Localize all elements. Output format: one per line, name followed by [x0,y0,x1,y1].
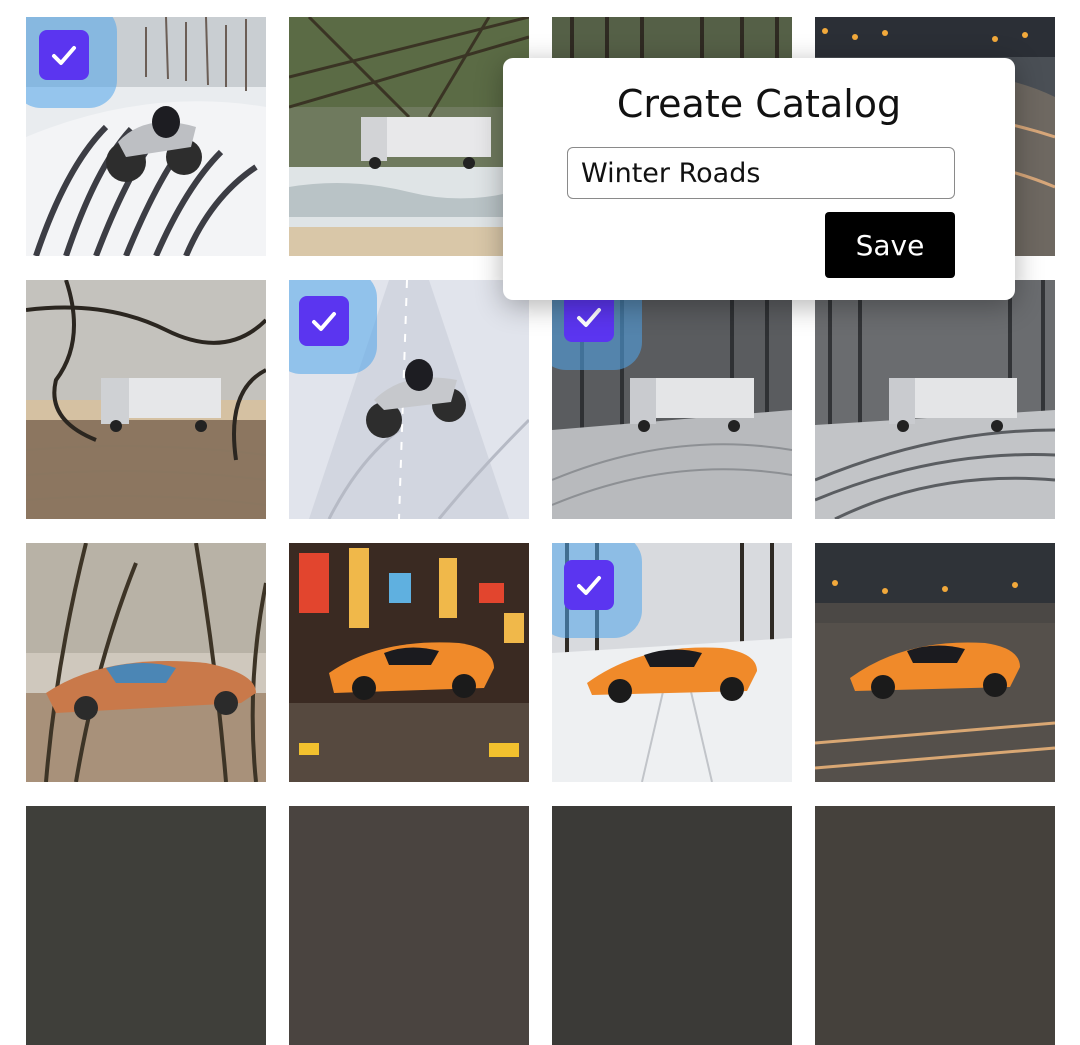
gallery-tile[interactable] [552,543,792,782]
catalog-name-input[interactable] [567,147,955,199]
tile-image [289,806,529,1045]
checkbox-checked [299,296,349,346]
tile-image [26,543,266,782]
gallery-tile[interactable] [552,806,792,1045]
select-checkbox[interactable] [552,543,642,638]
gallery-tile[interactable] [26,543,266,782]
tile-image [815,543,1055,782]
tile-image [26,280,266,519]
checkmark-icon [577,576,601,595]
tile-image [289,17,529,256]
tile-image [552,806,792,1045]
select-checkbox[interactable] [26,17,117,108]
checkmark-icon [52,46,76,65]
gallery-tile[interactable] [815,806,1055,1045]
tile-image [289,543,529,782]
gallery-tile[interactable] [26,280,266,519]
checkbox-checked [564,560,614,610]
save-button[interactable]: Save [825,212,955,278]
gallery-tile[interactable] [289,543,529,782]
tile-image [815,806,1055,1045]
tile-image [26,806,266,1045]
select-checkbox[interactable] [289,280,377,374]
create-catalog-dialog: Create Catalog Save [503,58,1015,300]
gallery-tile[interactable] [289,280,529,519]
dialog-title: Create Catalog [616,82,902,126]
checkbox-checked [39,30,89,80]
gallery-tile[interactable] [289,17,529,256]
gallery-tile[interactable] [26,17,266,256]
tile-image [815,280,1055,519]
checkmark-icon [577,308,601,327]
gallery-tile[interactable] [289,806,529,1045]
gallery-tile[interactable] [815,543,1055,782]
gallery-tile[interactable] [552,280,792,519]
gallery-tile[interactable] [26,806,266,1045]
checkmark-icon [312,312,336,331]
gallery-tile[interactable] [815,280,1055,519]
